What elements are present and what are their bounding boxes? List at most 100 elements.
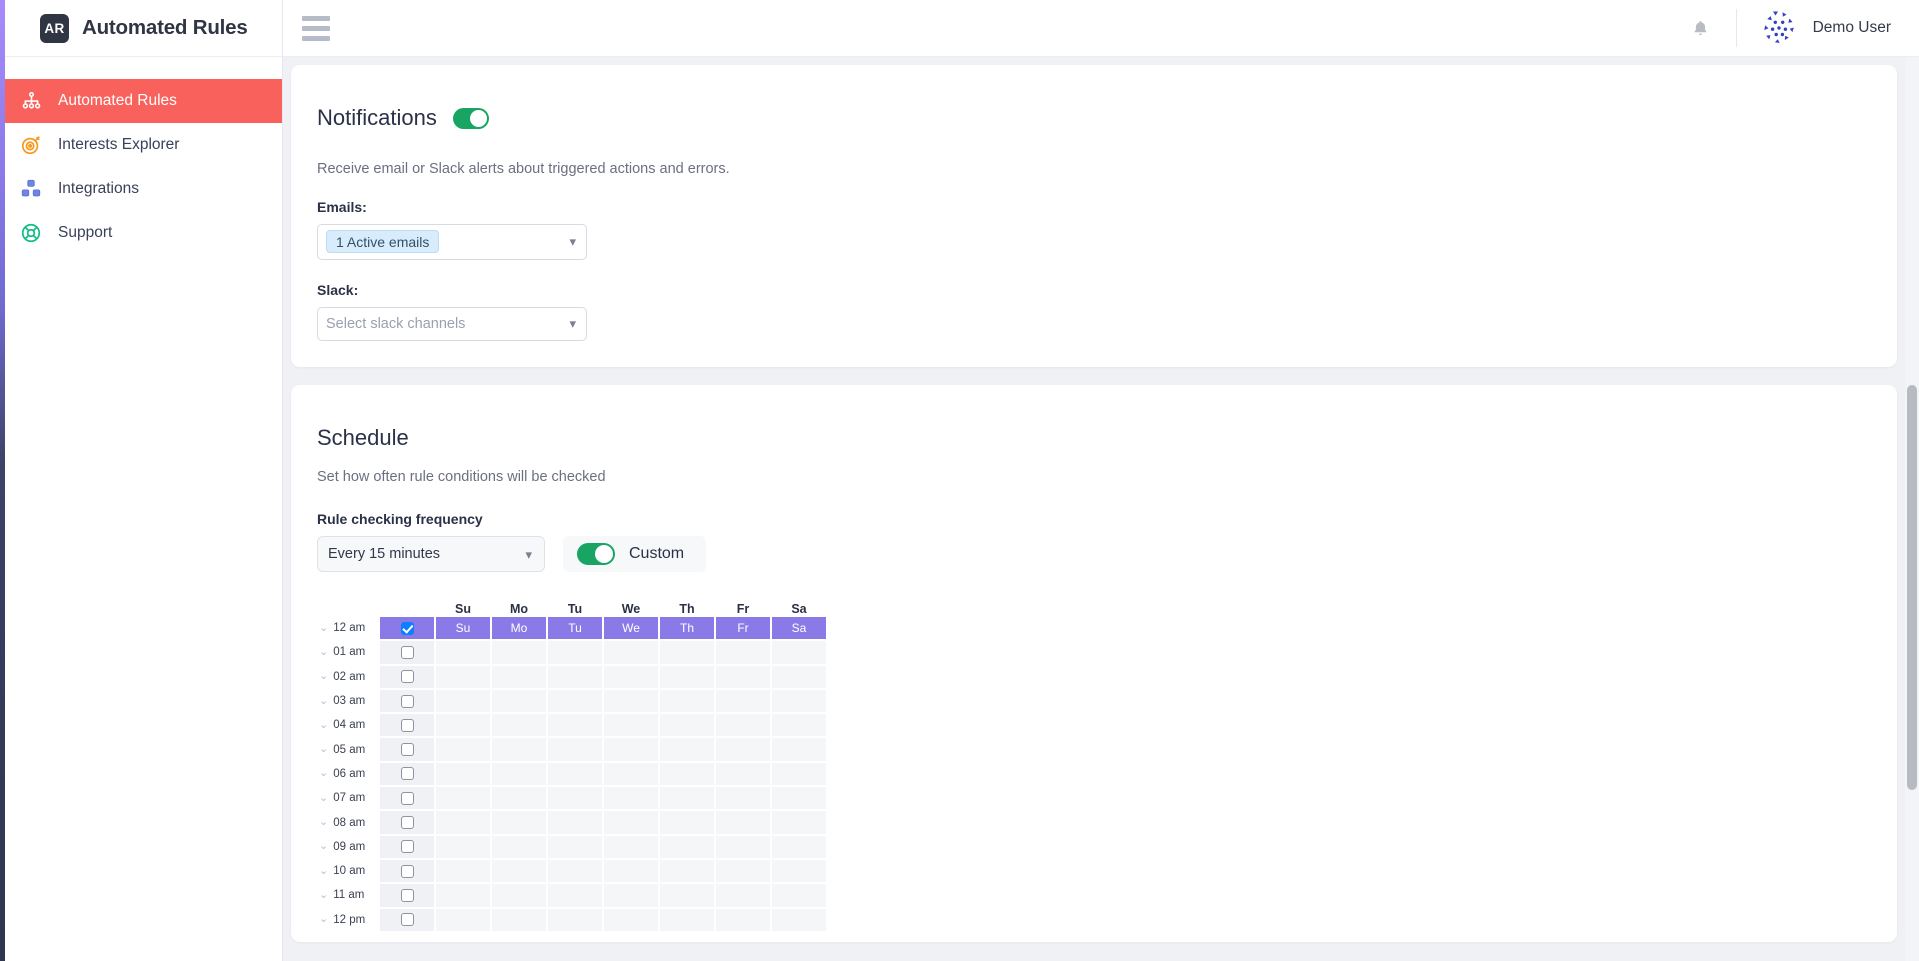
chevron-down-icon[interactable]: ⌄ [319,622,328,634]
chevron-down-icon[interactable]: ⌄ [319,841,328,852]
row-checkbox[interactable] [400,645,414,659]
hour-label-cell[interactable]: ⌄ 12 pm [317,908,379,932]
schedule-cell-we-11am[interactable] [603,883,659,908]
schedule-cell-tu-03am[interactable] [547,688,603,714]
schedule-cell-tu-02am[interactable] [547,664,603,689]
emails-select[interactable]: 1 Active emails ▾ [317,223,587,260]
schedule-cell-we-07am[interactable] [603,786,659,811]
schedule-cell-tu-04am[interactable] [547,713,603,738]
hour-label-cell[interactable]: ⌄ 05 am [317,737,379,761]
schedule-cell-tu-09am[interactable] [547,834,603,859]
schedule-cell-mo-02am[interactable] [491,664,547,689]
sidebar-item-interests-explorer[interactable]: Interests Explorer [0,123,282,167]
row-checkbox[interactable] [400,621,414,635]
row-checkbox[interactable] [400,888,414,902]
schedule-cell-tu-12pm[interactable] [547,907,603,932]
schedule-cell-fr-07am[interactable] [715,786,771,811]
schedule-cell-sa-04am[interactable] [771,713,827,738]
schedule-cell-su-05am[interactable] [435,737,491,762]
schedule-cell-sa-03am[interactable] [771,688,827,714]
schedule-cell-su-12pm[interactable] [435,907,491,932]
schedule-cell-mo-12am[interactable]: Mo [491,616,547,641]
hour-label-cell[interactable]: ⌄ 07 am [317,786,379,810]
chevron-down-icon[interactable]: ⌄ [319,865,328,877]
row-select-all-cell[interactable] [379,883,435,908]
row-select-all-cell[interactable] [379,640,435,665]
row-checkbox[interactable] [400,913,414,927]
schedule-cell-fr-08am[interactable] [715,810,771,835]
schedule-cell-tu-08am[interactable] [547,810,603,835]
schedule-cell-mo-06am[interactable] [491,761,547,787]
schedule-cell-we-06am[interactable] [603,761,659,787]
row-checkbox[interactable] [400,670,414,684]
schedule-cell-fr-05am[interactable] [715,737,771,762]
schedule-cell-su-02am[interactable] [435,664,491,689]
schedule-cell-we-10am[interactable] [603,858,659,884]
schedule-cell-sa-02am[interactable] [771,664,827,689]
sidebar-item-integrations[interactable]: Integrations [0,167,282,211]
row-checkbox[interactable] [400,718,414,732]
hour-label-cell[interactable]: ⌄ 06 am [317,762,379,786]
schedule-cell-sa-01am[interactable] [771,640,827,665]
schedule-cell-su-09am[interactable] [435,834,491,859]
schedule-cell-th-10am[interactable] [659,858,715,884]
schedule-cell-we-01am[interactable] [603,640,659,665]
schedule-cell-mo-09am[interactable] [491,834,547,859]
schedule-cell-mo-07am[interactable] [491,786,547,811]
schedule-cell-su-06am[interactable] [435,761,491,787]
custom-toggle[interactable] [577,543,615,565]
schedule-cell-we-05am[interactable] [603,737,659,762]
schedule-cell-mo-08am[interactable] [491,810,547,835]
schedule-cell-we-03am[interactable] [603,688,659,714]
schedule-cell-fr-11am[interactable] [715,883,771,908]
sidebar-item-support[interactable]: Support [0,211,282,255]
schedule-cell-sa-05am[interactable] [771,737,827,762]
schedule-cell-th-06am[interactable] [659,761,715,787]
schedule-cell-th-02am[interactable] [659,664,715,689]
schedule-cell-fr-12pm[interactable] [715,907,771,932]
hour-label-cell[interactable]: ⌄ 10 am [317,859,379,883]
hour-label-cell[interactable]: ⌄ 12 am [317,616,379,640]
schedule-cell-we-12am[interactable]: We [603,616,659,641]
hour-label-cell[interactable]: ⌄ 04 am [317,713,379,737]
schedule-cell-tu-11am[interactable] [547,883,603,908]
slack-select[interactable]: Select slack channels ▾ [317,306,587,341]
schedule-cell-th-09am[interactable] [659,834,715,859]
schedule-cell-mo-03am[interactable] [491,688,547,714]
schedule-cell-tu-05am[interactable] [547,737,603,762]
schedule-cell-mo-05am[interactable] [491,737,547,762]
row-select-all-cell[interactable] [379,737,435,762]
hour-label-cell[interactable]: ⌄ 03 am [317,689,379,713]
chevron-down-icon[interactable]: ⌄ [319,744,328,755]
chevron-down-icon[interactable]: ⌄ [319,889,328,901]
row-checkbox[interactable] [400,816,414,830]
schedule-cell-th-11am[interactable] [659,883,715,908]
schedule-cell-th-05am[interactable] [659,737,715,762]
schedule-cell-mo-04am[interactable] [491,713,547,738]
schedule-cell-su-01am[interactable] [435,640,491,665]
schedule-cell-we-12pm[interactable] [603,907,659,932]
schedule-cell-th-08am[interactable] [659,810,715,835]
schedule-cell-we-02am[interactable] [603,664,659,689]
row-select-all-cell[interactable] [379,834,435,859]
schedule-cell-th-12pm[interactable] [659,907,715,932]
row-select-all-cell[interactable] [379,786,435,811]
brand[interactable]: AR Automated Rules [0,0,282,57]
schedule-cell-fr-06am[interactable] [715,761,771,787]
schedule-cell-su-08am[interactable] [435,810,491,835]
bell-icon[interactable] [1684,11,1718,45]
row-select-all-cell[interactable] [379,761,435,787]
chevron-down-icon[interactable]: ⌄ [319,768,328,779]
schedule-cell-fr-03am[interactable] [715,688,771,714]
row-checkbox[interactable] [400,767,414,781]
schedule-cell-fr-04am[interactable] [715,713,771,738]
schedule-cell-su-11am[interactable] [435,883,491,908]
row-checkbox[interactable] [400,694,414,708]
schedule-cell-fr-01am[interactable] [715,640,771,665]
schedule-cell-we-09am[interactable] [603,834,659,859]
schedule-cell-we-04am[interactable] [603,713,659,738]
hamburger-icon[interactable] [299,11,333,45]
schedule-cell-tu-10am[interactable] [547,858,603,884]
schedule-cell-sa-12pm[interactable] [771,907,827,932]
schedule-cell-sa-08am[interactable] [771,810,827,835]
